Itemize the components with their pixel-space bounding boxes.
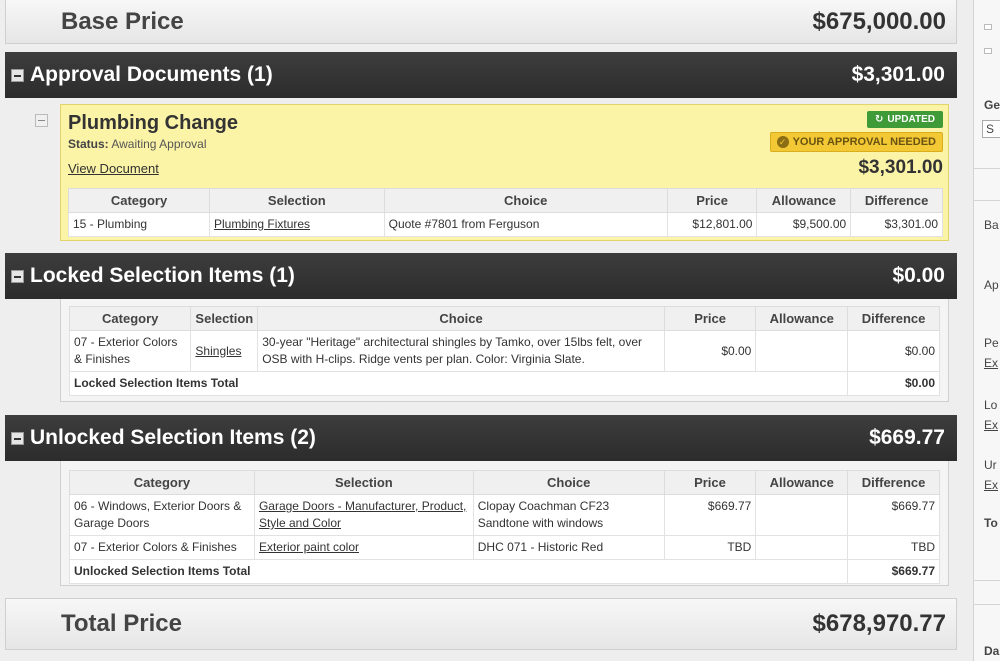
summary-sidebar: Ge S Ba Ap Pe Ex Lo Ex Ur Ex To Da — [973, 0, 1000, 661]
unlocked-selection-title: Unlocked Selection Items (2) — [30, 426, 316, 449]
approval-selection-table: Category Selection Choice Price Allowanc… — [67, 188, 943, 237]
base-price-label: Base Price — [61, 7, 184, 35]
sidebar-label: Pe — [984, 336, 999, 350]
table-row: 07 - Exterior Colors & Finishes Shingles… — [68, 330, 940, 372]
selection-link[interactable]: Exterior paint color — [259, 540, 359, 554]
table-header-row: Category Selection Choice Price Allowanc… — [68, 306, 940, 331]
unlocked-selection-body: Category Selection Choice Price Allowanc… — [60, 461, 949, 586]
collapse-icon[interactable] — [11, 68, 24, 82]
document-title: Plumbing Change — [68, 112, 238, 134]
document-status-value: Awaiting Approval — [111, 137, 207, 151]
approval-documents-amount: $3,301.00 — [851, 63, 945, 86]
checkbox[interactable] — [984, 24, 992, 30]
divider — [974, 168, 1000, 169]
collapse-icon[interactable] — [11, 269, 24, 283]
sidebar-label: Lo — [984, 398, 998, 412]
sidebar-link[interactable]: Ex — [984, 356, 998, 370]
checkbox[interactable] — [984, 48, 992, 54]
unlocked-selection-table: Category Selection Choice Price Allowanc… — [68, 470, 940, 584]
unlocked-selection-header[interactable]: Unlocked Selection Items (2) $669.77 — [5, 415, 957, 461]
locked-selection-amount: $0.00 — [892, 264, 945, 287]
locked-selection-table: Category Selection Choice Price Allowanc… — [68, 306, 940, 396]
locked-selection-title: Locked Selection Items (1) — [30, 264, 295, 287]
document-amount: $3,301.00 — [858, 157, 943, 178]
collapse-icon[interactable] — [35, 114, 48, 127]
view-document-link[interactable]: View Document — [68, 161, 159, 176]
selection-link[interactable]: Shingles — [195, 344, 241, 358]
base-price-bar: Base Price $675,000.00 — [5, 0, 957, 44]
table-header-row: Category Selection Choice Price Allowanc… — [69, 470, 940, 495]
divider — [974, 580, 1000, 581]
sidebar-label: To — [984, 516, 998, 530]
sidebar-label: Ge — [984, 98, 1000, 112]
locked-selection-body: Category Selection Choice Price Allowanc… — [60, 299, 949, 402]
sidebar-select[interactable]: S — [982, 120, 1000, 138]
sidebar-label: Da — [984, 644, 1000, 658]
total-price-label: Total Price — [61, 610, 182, 637]
table-header-row: Category Selection Choice Price Allowanc… — [67, 188, 943, 213]
sidebar-label: Ba — [984, 218, 999, 232]
sidebar-label: Ap — [984, 278, 999, 292]
sidebar-link[interactable]: Ex — [984, 418, 998, 432]
table-row: 07 - Exterior Colors & Finishes Exterior… — [69, 535, 940, 560]
sidebar-link[interactable]: Ex — [984, 478, 998, 492]
table-total-row: Locked Selection Items Total $0.00 — [68, 371, 940, 396]
approval-documents-header[interactable]: Approval Documents (1) $3,301.00 — [5, 52, 957, 98]
divider — [974, 604, 1000, 605]
table-row: 15 - Plumbing Plumbing Fixtures Quote #7… — [67, 212, 943, 237]
approval-documents-title: Approval Documents (1) — [30, 63, 273, 86]
approval-document-card: Plumbing Change Status: Awaiting Approva… — [60, 104, 949, 241]
collapse-icon[interactable] — [11, 431, 24, 445]
check-circle-icon: ✓ — [776, 136, 789, 148]
sidebar-label: Ur — [984, 458, 997, 472]
document-status: Status: Awaiting Approval — [68, 137, 207, 151]
locked-selection-header[interactable]: Locked Selection Items (1) $0.00 — [5, 253, 957, 299]
selection-link[interactable]: Plumbing Fixtures — [214, 217, 310, 231]
total-price-value: $678,970.77 — [812, 610, 946, 637]
refresh-icon: ↻ — [875, 114, 884, 125]
table-total-row: Unlocked Selection Items Total $669.77 — [68, 559, 940, 584]
divider — [974, 200, 1000, 201]
selection-link[interactable]: Garage Doors - Manufacturer, Product, St… — [259, 499, 466, 530]
unlocked-selection-amount: $669.77 — [869, 426, 945, 449]
updated-badge: ↻ UPDATED — [867, 111, 943, 128]
total-price-bar: Total Price $678,970.77 — [5, 598, 957, 650]
approval-needed-badge: ✓ YOUR APPROVAL NEEDED — [769, 132, 943, 152]
approval-document-row: Plumbing Change Status: Awaiting Approva… — [35, 104, 957, 241]
table-row: 06 - Windows, Exterior Doors & Garage Do… — [69, 494, 940, 536]
base-price-value: $675,000.00 — [812, 7, 946, 35]
